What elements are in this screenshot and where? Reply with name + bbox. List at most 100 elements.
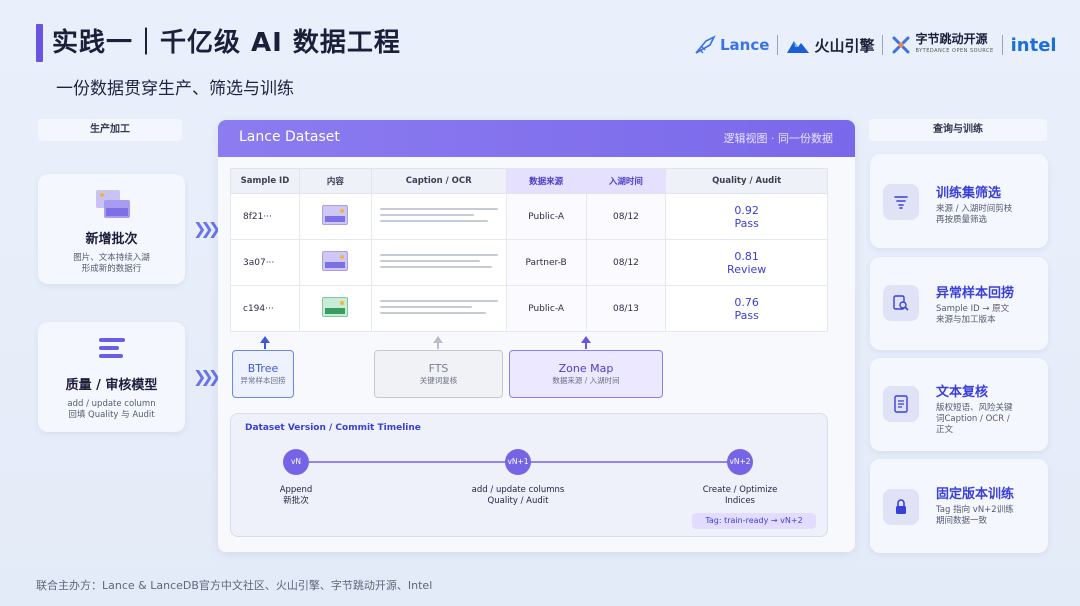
card-desc: add / update column (67, 399, 156, 409)
column-header: Caption / OCR (370, 168, 507, 194)
text-review-card: 文本复核 版权短语、风险关键 词Caption / OCR / 正文 (870, 358, 1048, 451)
time-cell: 08/12 (585, 239, 667, 286)
table-row: c194··· Public-A 08/13 0.76 Pass (230, 285, 828, 332)
lock-icon (883, 489, 919, 525)
production-label: 生产加工 (38, 119, 182, 141)
sample-id: 3a07··· (230, 239, 300, 286)
content-cell (298, 285, 372, 332)
quality-score: 0.92 (734, 203, 759, 217)
text-lines-icon (379, 204, 498, 226)
sponsor-logos: Lance 火山引擎 字节跳动开源 BYTEDANCE OPEN SOURCE … (694, 32, 1057, 58)
card-title: 异常样本回捞 (936, 286, 1015, 301)
content-cell (298, 193, 372, 240)
arrow-up-icon (433, 336, 443, 349)
quality-cell: 0.81 Review (665, 239, 828, 286)
panel-title: Lance Dataset (239, 129, 340, 145)
card-desc: 形成新的数据行 (81, 264, 142, 274)
logo-separator (1001, 35, 1003, 55)
new-batch-card: 新增批次 图片、文本持续入湖 形成新的数据行 (38, 174, 185, 284)
intel-logo: intel (1010, 34, 1057, 56)
card-title: 文本复核 (936, 385, 989, 400)
time-cell: 08/12 (585, 193, 667, 240)
sample-id: 8f21··· (230, 193, 300, 240)
source-cell: Public-A (505, 193, 587, 240)
zone-map-index: Zone Map 数据来源 / 入湖时间 (509, 350, 663, 398)
source-cell: Partner-B (505, 239, 587, 286)
quality-score: 0.81 (734, 249, 759, 263)
logo-separator (882, 35, 884, 55)
filter-icon (883, 184, 919, 220)
audit-status: Pass (734, 216, 759, 230)
search-doc-icon (883, 285, 919, 321)
time-cell: 08/13 (585, 285, 667, 332)
lance-icon (695, 35, 716, 54)
table-row: 3a07··· Partner-B 08/12 0.81 Review (230, 239, 828, 286)
node-label: Create / Optimize Indices (702, 485, 778, 506)
column-header: 数据来源 (505, 168, 587, 194)
card-desc: 来源 / 入湖时间剪枝 再按质量筛选 (936, 204, 1013, 225)
logo-separator (777, 35, 779, 55)
quality-cell: 0.92 Pass (665, 193, 828, 240)
volcano-icon (787, 41, 810, 53)
audit-status: Review (727, 262, 767, 276)
column-header: Sample ID (230, 168, 300, 194)
document-icon (883, 386, 919, 422)
caption-cell (370, 193, 507, 240)
list-icon (38, 336, 185, 362)
quality-score: 0.76 (734, 295, 759, 309)
card-title: 质量 / 审核模型 (65, 378, 158, 393)
commit-timeline: Dataset Version / Commit Timeline vN App… (230, 413, 828, 537)
image-thumbnail-icon (322, 251, 349, 271)
dataset-table: Sample ID 内容 Caption / OCR 数据来源 入湖时间 Qua… (230, 168, 828, 332)
train-ready-tag: Tag: train-ready → vN+2 (692, 513, 816, 529)
column-header: Quality / Audit (665, 168, 828, 194)
anomaly-recall-card: 异常样本回捞 Sample ID → 原文 来源与加工版本 (870, 257, 1048, 350)
fts-index: FTS 关键词复核 (374, 350, 503, 398)
image-stack-icon (38, 188, 185, 220)
image-thumbnail-icon (322, 205, 349, 225)
panel-note: 逻辑视图 · 同一份数据 (723, 132, 834, 145)
version-node-vn: vN (283, 449, 309, 475)
page-subtitle: 一份数据贯穿生产、筛选与训练 (56, 79, 294, 99)
btree-index: BTree 异常样本回捞 (232, 350, 294, 398)
card-title: 固定版本训练 (936, 487, 1015, 502)
footer-organizers: 联合主办方：Lance & LanceDB官方中文社区、火山引擎、字节跳动开源、… (36, 579, 433, 592)
version-node-vn1: vN+1 (505, 449, 531, 475)
card-title: 新增批次 (85, 232, 138, 247)
title-accent-bar (36, 24, 43, 62)
audit-status: Pass (734, 308, 759, 322)
node-label: Append 新批次 (279, 485, 313, 506)
volcengine-logo: 火山引擎 (786, 35, 874, 56)
card-desc: 图片、文本持续入湖 (73, 253, 150, 263)
quality-cell: 0.76 Pass (665, 285, 828, 332)
fixed-version-training-card: 固定版本训练 Tag 指向 vN+2训练 期间数据一致 (870, 459, 1048, 553)
column-header: 入湖时间 (585, 168, 667, 194)
arrow-up-icon (260, 336, 270, 349)
card-desc: 回填 Quality 与 Audit (68, 410, 155, 420)
chevron-right-icon: ❯❯❯ (193, 219, 221, 238)
content-cell (298, 239, 372, 286)
card-desc: 版权短语、风险关键 词Caption / OCR / 正文 (936, 403, 1013, 435)
chevron-right-icon: ❯❯❯ (193, 367, 221, 386)
lance-logo: Lance (694, 35, 769, 55)
card-desc: Tag 指向 vN+2训练 期间数据一致 (936, 505, 1014, 526)
caption-cell (370, 285, 507, 332)
page-title: 实践一｜千亿级 AI 数据工程 (52, 28, 401, 58)
training-set-filter-card: 训练集筛选 来源 / 入湖时间剪枝 再按质量筛选 (870, 154, 1048, 248)
column-header: 内容 (298, 168, 372, 194)
image-thumbnail-icon (322, 297, 349, 317)
query-training-label: 查询与训练 (869, 119, 1047, 141)
timeline-title: Dataset Version / Commit Timeline (245, 423, 421, 433)
arrow-up-icon (581, 336, 591, 349)
card-title: 训练集筛选 (936, 186, 1002, 201)
sample-id: c194··· (230, 285, 300, 332)
source-cell: Public-A (505, 285, 587, 332)
node-label: add / update columns Quality / Audit (471, 485, 565, 506)
bytedance-logo: 字节跳动开源 BYTEDANCE OPEN SOURCE (891, 33, 993, 57)
lance-dataset-panel: Lance Dataset 逻辑视图 · 同一份数据 Sample ID 内容 … (218, 120, 855, 552)
table-row: 8f21··· Public-A 08/12 0.92 Pass (230, 193, 828, 240)
card-desc: Sample ID → 原文 来源与加工版本 (936, 304, 1010, 325)
text-lines-icon (379, 296, 498, 318)
bytedance-icon (892, 36, 910, 54)
version-node-vn2: vN+2 (727, 449, 753, 475)
